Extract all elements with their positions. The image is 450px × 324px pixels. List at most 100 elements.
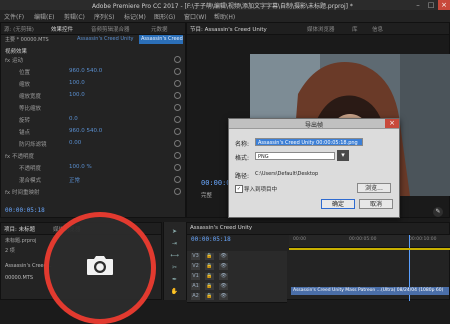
menu-marker[interactable]: 标记(M) (124, 12, 146, 21)
eye-icon[interactable]: 👁 (219, 283, 228, 290)
effect-property-value[interactable]: 正常 (69, 176, 80, 184)
lock-icon[interactable]: 🔒 (205, 263, 214, 270)
effect-property-row[interactable]: fx 不透明度 (5, 152, 181, 162)
tab-media-browser[interactable]: 媒体浏览器 (307, 25, 335, 33)
effect-property-value[interactable]: 0.0 (69, 116, 78, 122)
effect-property-label: fx 不透明度 (5, 154, 34, 160)
reset-icon[interactable] (174, 164, 181, 171)
menu-edit[interactable]: 编辑(E) (34, 12, 54, 21)
tab-project[interactable]: 项目: 未标题 (4, 225, 35, 233)
browse-button[interactable]: 浏览... (357, 183, 391, 193)
project-item[interactable]: 00000.MTS (5, 275, 33, 281)
effect-property-row[interactable]: 锚点 960.0 540.0 (5, 128, 181, 138)
track-target-icon[interactable]: A1 (191, 283, 200, 290)
cancel-button[interactable]: 取消 (359, 199, 393, 209)
effect-property-value[interactable]: 0.00 (69, 140, 81, 146)
reset-icon[interactable] (174, 176, 181, 183)
effect-property-row[interactable]: 旋转 0.0 (5, 116, 181, 126)
track-target-icon[interactable]: A2 (191, 293, 200, 300)
reset-icon[interactable] (174, 116, 181, 123)
tab-effect-controls[interactable]: 效果控件 (51, 25, 73, 33)
effect-property-row[interactable]: fx 时间重映射 (5, 188, 181, 198)
effect-property-row[interactable]: 缩放 100.0 (5, 80, 181, 90)
eye-icon[interactable]: 👁 (219, 253, 228, 260)
maximize-icon[interactable]: □ (425, 0, 437, 10)
effect-property-row[interactable]: 不透明度 100.0 % (5, 164, 181, 174)
track-target-icon[interactable]: V3 (191, 253, 200, 260)
wrench-icon[interactable]: ✎ (433, 207, 443, 217)
effect-property-value[interactable]: 960.0 540.0 (69, 128, 102, 134)
tab-audio-mixer[interactable]: 音频剪辑混合器 (91, 25, 130, 33)
effect-property-row[interactable]: fx 运动 (5, 56, 181, 66)
effect-property-value[interactable]: 960.0 540.0 (69, 68, 102, 74)
export-frame-dialog: 导出帧 × 名称: Assassin's Creed Unity 00:00:0… (228, 118, 400, 218)
eye-icon[interactable]: 👁 (219, 273, 228, 280)
reset-icon[interactable] (174, 92, 181, 99)
effect-property-row[interactable]: 混合模式 正常 (5, 176, 181, 186)
reset-icon[interactable] (174, 56, 181, 63)
tab-program[interactable]: 节目: Assassin's Creed Unity (190, 25, 267, 33)
tab-sequence[interactable]: Assassin's Creed Unity (190, 225, 252, 231)
name-input[interactable]: Assassin's Creed Unity 00:00:05:18.png (255, 138, 363, 146)
effect-property-label: 防闪烁滤镜 (19, 142, 47, 148)
reset-icon[interactable] (174, 80, 181, 87)
work-area-bar[interactable] (289, 248, 450, 250)
track-header[interactable]: A2 🔒 👁 (187, 291, 287, 303)
fit-select[interactable]: 完整 (201, 191, 212, 199)
reset-icon[interactable] (174, 68, 181, 75)
ec-timecode[interactable]: 00:00:05:18 (5, 207, 45, 214)
menu-graphics[interactable]: 图形(G) (154, 12, 175, 21)
format-dropdown-icon[interactable]: ▾ (337, 150, 349, 161)
ripple-edit-icon[interactable]: ⟷ (170, 252, 179, 260)
effect-clip-block[interactable]: Assassin's Creed Unity (139, 35, 183, 44)
format-select[interactable]: PNG (255, 152, 335, 160)
eye-icon[interactable]: 👁 (219, 293, 228, 300)
tab-metadata[interactable]: 元数据 (151, 25, 168, 33)
tab-source[interactable]: 源: (无剪辑) (4, 25, 34, 33)
tab-libraries[interactable]: 库 (352, 25, 358, 33)
effect-property-row[interactable]: 位置 960.0 540.0 (5, 68, 181, 78)
menu-sequence[interactable]: 序列(S) (94, 12, 115, 21)
lock-icon[interactable]: 🔒 (205, 293, 214, 300)
reset-icon[interactable] (174, 104, 181, 111)
effect-property-row[interactable]: 缩放宽度 100.0 (5, 92, 181, 102)
time-ruler[interactable]: 00:00 00:00:05:00 00:00:10:00 (289, 235, 450, 248)
pen-icon[interactable]: ✒ (170, 276, 179, 284)
track-target-icon[interactable]: V1 (191, 273, 200, 280)
effect-property-row[interactable]: 防闪烁滤镜 0.00 (5, 140, 181, 150)
reset-icon[interactable] (174, 128, 181, 135)
sequence-clip-label[interactable]: Assassin's Creed Unity (77, 36, 134, 42)
eye-icon[interactable]: 👁 (219, 263, 228, 270)
menu-help[interactable]: 帮助(H) (214, 12, 235, 21)
lock-icon[interactable]: 🔒 (205, 283, 214, 290)
reset-icon[interactable] (174, 140, 181, 147)
tab-info[interactable]: 信息 (372, 25, 383, 33)
timeline-clip[interactable]: Assassin's Creed Unity Mass Patreon ...(… (291, 287, 449, 295)
effect-property-value[interactable]: 100.0 % (69, 164, 92, 170)
effect-property-row[interactable]: 等比缩放 (5, 104, 181, 114)
reset-icon[interactable] (174, 152, 181, 159)
menu-clip[interactable]: 剪辑(C) (64, 12, 85, 21)
effect-property-value[interactable]: 100.0 (69, 80, 85, 86)
effect-property-label: fx 运动 (5, 58, 23, 64)
close-icon[interactable]: × (438, 0, 450, 10)
minimize-icon[interactable]: – (412, 0, 424, 10)
track-target-icon[interactable]: V2 (191, 263, 200, 270)
ok-button[interactable]: 确定 (321, 199, 355, 209)
lock-icon[interactable]: 🔒 (205, 273, 214, 280)
effect-property-label: 等比缩放 (19, 106, 42, 112)
video-effects-heading: 视频效果 (5, 49, 28, 55)
razor-icon[interactable]: ✂ (170, 264, 179, 272)
import-checkbox[interactable]: ✓ (235, 185, 243, 193)
timeline-timecode[interactable]: 00:00:05:18 (191, 236, 231, 243)
menu-window[interactable]: 窗口(W) (184, 12, 207, 21)
effect-property-value[interactable]: 100.0 (69, 92, 85, 98)
menu-file[interactable]: 文件(F) (4, 12, 24, 21)
selection-icon[interactable]: ➤ (170, 228, 179, 236)
reset-icon[interactable] (174, 188, 181, 195)
hand-icon[interactable]: ✋ (170, 288, 179, 296)
close-icon[interactable]: × (385, 119, 399, 128)
track-select-icon[interactable]: ⇥ (170, 240, 179, 248)
lock-icon[interactable]: 🔒 (205, 253, 214, 260)
dialog-title: 导出帧 (304, 122, 323, 129)
